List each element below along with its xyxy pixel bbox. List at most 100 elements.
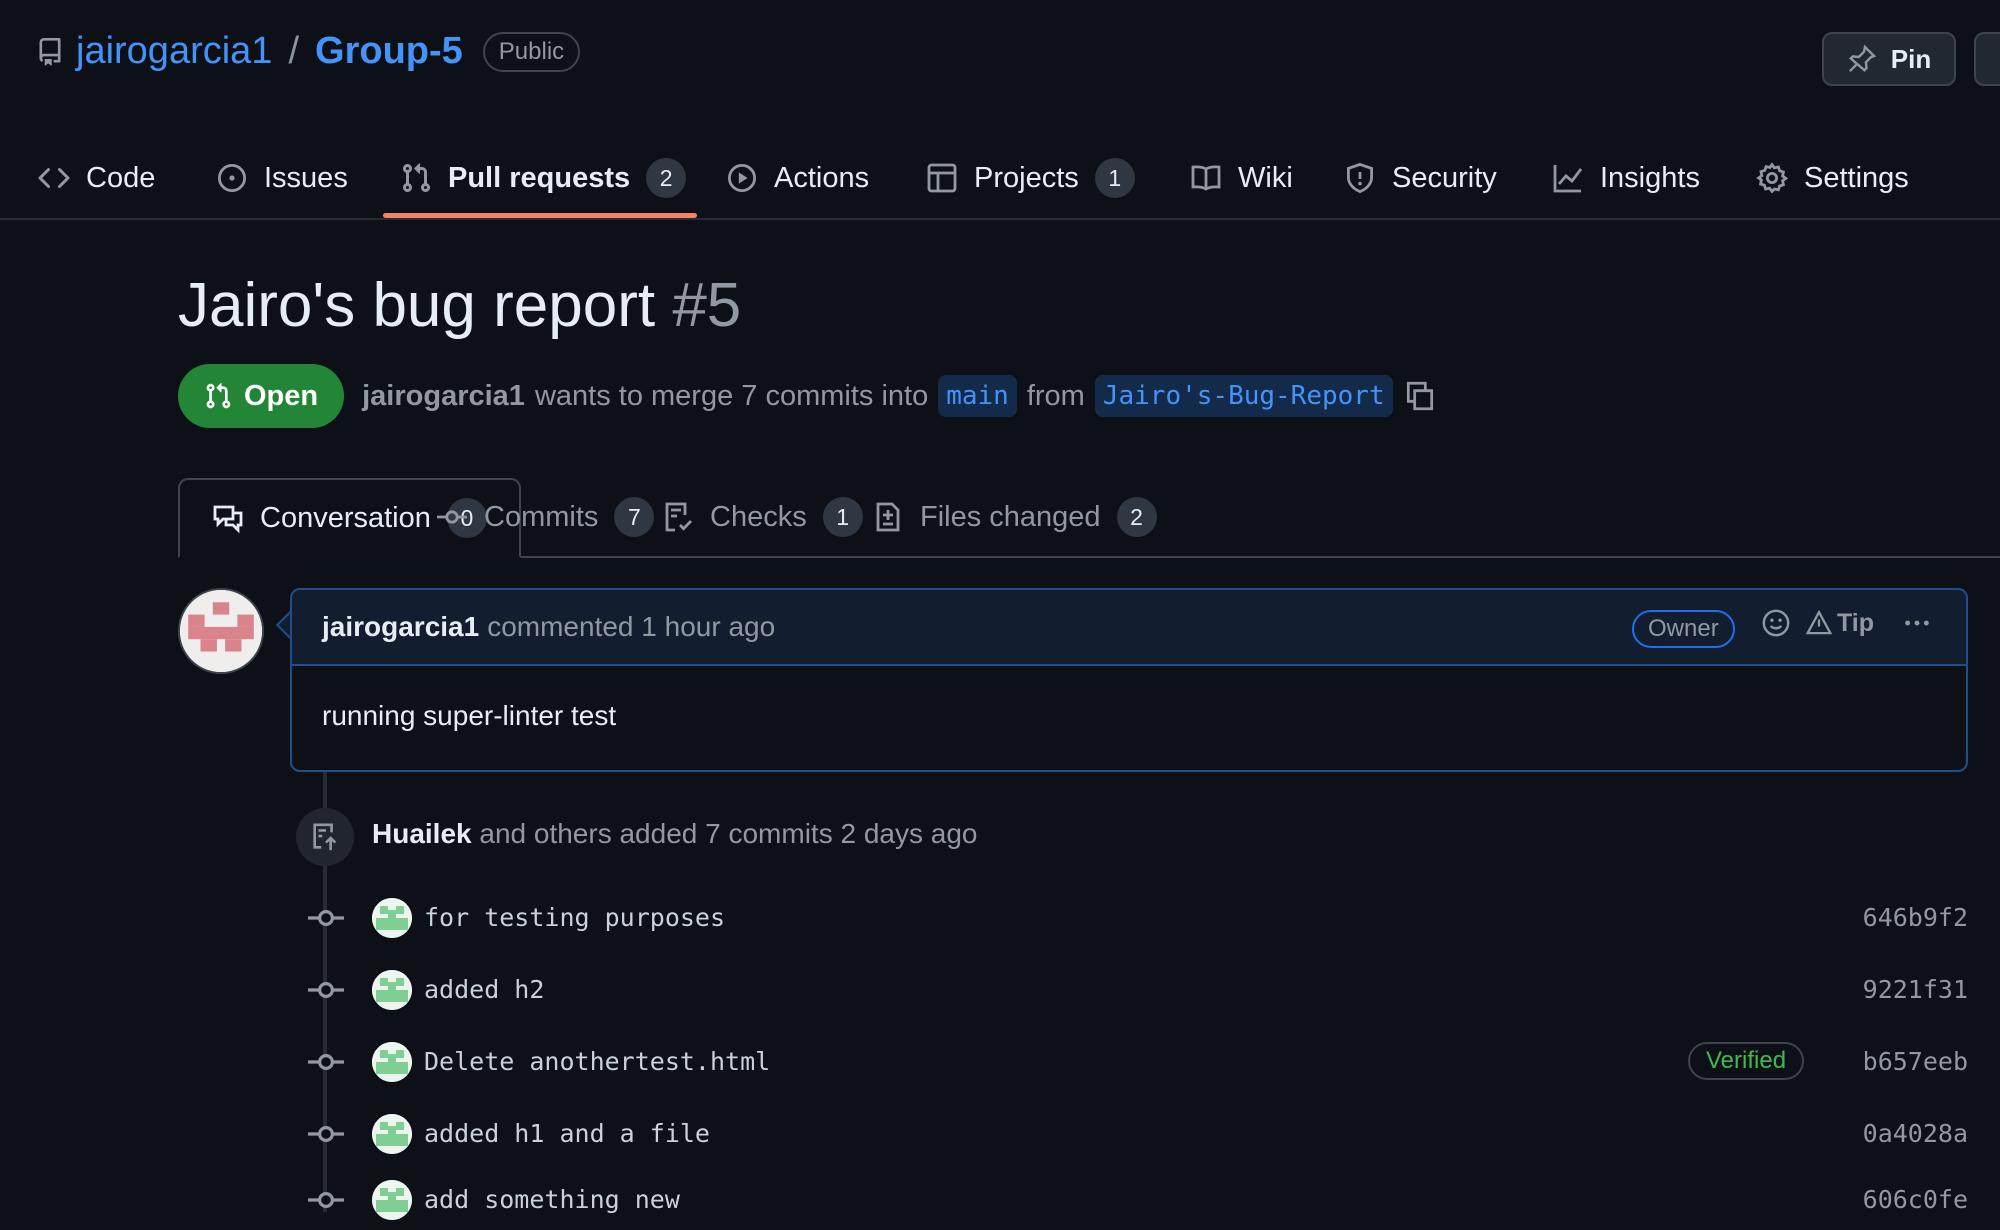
tab-checks[interactable]: Checks 1 [662,478,863,556]
head-branch[interactable]: Jairo's-Bug-Report [1094,375,1393,417]
nav-insights[interactable]: Insights [1552,140,1700,216]
commit-sha-link[interactable]: b657eeb [1863,1047,1968,1076]
pin-icon [1847,44,1877,74]
nav-security[interactable]: Security [1344,140,1497,216]
avatar[interactable] [372,1114,412,1154]
commit-icon [306,1118,346,1150]
smiley-icon[interactable] [1761,608,1791,638]
nav-issues[interactable]: Issues [216,140,348,216]
page-title: Jairo's bug report #5 [178,270,741,341]
timeline-commits-summary: Huailek and others added 7 commits 2 day… [372,818,977,850]
avatar[interactable] [178,588,264,674]
verified-badge[interactable]: Verified [1688,1042,1805,1080]
commit-message-link[interactable]: for testing purposes [424,903,725,932]
tab-files-changed[interactable]: Files changed 2 [872,478,1157,556]
issue-icon [216,162,248,194]
repo-push-icon [310,822,340,852]
commit-icon [306,1046,346,1078]
file-diff-icon [872,501,904,533]
nav-pull-requests[interactable]: Pull requests 2 [400,140,687,216]
warning-icon [1805,609,1833,637]
pr-author-link[interactable]: jairogarcia1 [362,380,525,413]
nav-projects[interactable]: Projects 1 [926,140,1135,216]
pull-request-icon [400,162,432,194]
merge-text: wants to merge 7 commits into [534,379,929,412]
pr-tabs: Conversation 0 Commits 7 Checks 1 Files … [178,478,2000,558]
tab-commits-label: Commits [484,500,599,533]
list-item: for testing purposes 646b9f2 [300,888,1968,948]
pr-description-comment: jairogarcia1 commented 1 hour ago Owner … [290,588,1968,772]
nav-wiki-label: Wiki [1238,161,1293,194]
timeline-summary-text: and others added 7 commits 2 days ago [479,818,978,849]
play-icon [726,162,758,194]
nav-security-label: Security [1392,161,1497,194]
code-icon [38,162,70,194]
avatar[interactable] [372,1042,412,1082]
pin-button[interactable]: Pin [1822,32,1956,86]
nav-issues-label: Issues [264,161,348,194]
base-branch[interactable]: main [938,375,1017,417]
commit-message-link[interactable]: added h2 [424,975,544,1004]
repo-icon [36,37,64,67]
tab-commits[interactable]: Commits 7 [436,478,655,556]
list-item: Delete anothertest.html Verified b657eeb [300,1032,1968,1092]
repo-owner-link[interactable]: jairogarcia1 [76,30,272,73]
nav-wiki[interactable]: Wiki [1190,140,1293,216]
avatar[interactable] [372,1180,412,1220]
state-badge: Open [178,364,345,428]
comment-meta[interactable]: commented 1 hour ago [487,611,775,643]
commit-sha-link[interactable]: 0a4028a [1863,1119,1968,1148]
comment-author-link[interactable]: jairogarcia1 [322,611,479,643]
shield-icon [1344,162,1376,194]
repo-nav: Code Issues Pull requests 2 Actions Proj… [0,140,2000,220]
timeline-actor-link[interactable]: Huailek [372,818,472,849]
nav-code[interactable]: Code [38,140,155,216]
pr-title-text: Jairo's bug report [178,271,656,340]
commit-icon [436,501,468,533]
commit-sha-link[interactable]: 606c0fe [1863,1185,1968,1214]
nav-insights-label: Insights [1600,161,1700,194]
comment-body: running super-linter test [322,700,617,731]
repo-header: jairogarcia1 / Group-5 Public [36,30,581,73]
pull-requests-count: 2 [646,158,687,198]
nav-settings[interactable]: Settings [1756,140,1909,216]
copy-icon[interactable] [1403,379,1437,413]
kebab-horizontal-icon[interactable] [1902,608,1932,638]
projects-count: 1 [1094,158,1135,198]
commit-icon [306,974,346,1006]
avatar[interactable] [372,898,412,938]
commit-sha-link[interactable]: 646b9f2 [1863,903,1968,932]
state-label: Open [244,379,319,412]
commit-message-link[interactable]: added h1 and a file [424,1119,710,1148]
pr-state-row: Open jairogarcia1 wants to merge 7 commi… [178,364,1437,428]
repo-name-link[interactable]: Group-5 [315,30,463,73]
watch-button[interactable] [1974,32,2000,86]
nav-actions[interactable]: Actions [726,140,869,216]
list-item: added h1 and a file 0a4028a [300,1104,1968,1164]
pull-request-icon [204,382,232,410]
checklist-icon [662,501,694,533]
tip-button[interactable]: Tip [1805,609,1874,638]
commit-icon [306,1184,346,1216]
tip-label: Tip [1836,608,1874,637]
comment-tools: Tip [1761,608,1932,638]
avatar[interactable] [372,970,412,1010]
nav-code-label: Code [86,161,156,194]
active-tab-underline [383,213,697,218]
tab-files-label: Files changed [920,500,1101,533]
commit-message-link[interactable]: add something new [424,1185,680,1214]
list-item: added h2 9221f31 [300,960,1968,1020]
commit-message-link[interactable]: Delete anothertest.html [424,1047,770,1076]
pr-number: #5 [672,271,742,340]
comment-discussion-icon [212,502,244,534]
commits-count: 7 [614,497,655,537]
book-icon [1190,162,1222,194]
visibility-badge: Public [482,31,581,72]
commit-sha-link[interactable]: 9221f31 [1863,975,1968,1004]
nav-actions-label: Actions [774,161,870,194]
timeline-badge [296,808,354,866]
nav-pull-requests-label: Pull requests [448,161,631,194]
commit-icon [306,902,346,934]
tab-conversation-label: Conversation [260,501,431,534]
comment-header: jairogarcia1 commented 1 hour ago Owner … [292,590,1966,666]
